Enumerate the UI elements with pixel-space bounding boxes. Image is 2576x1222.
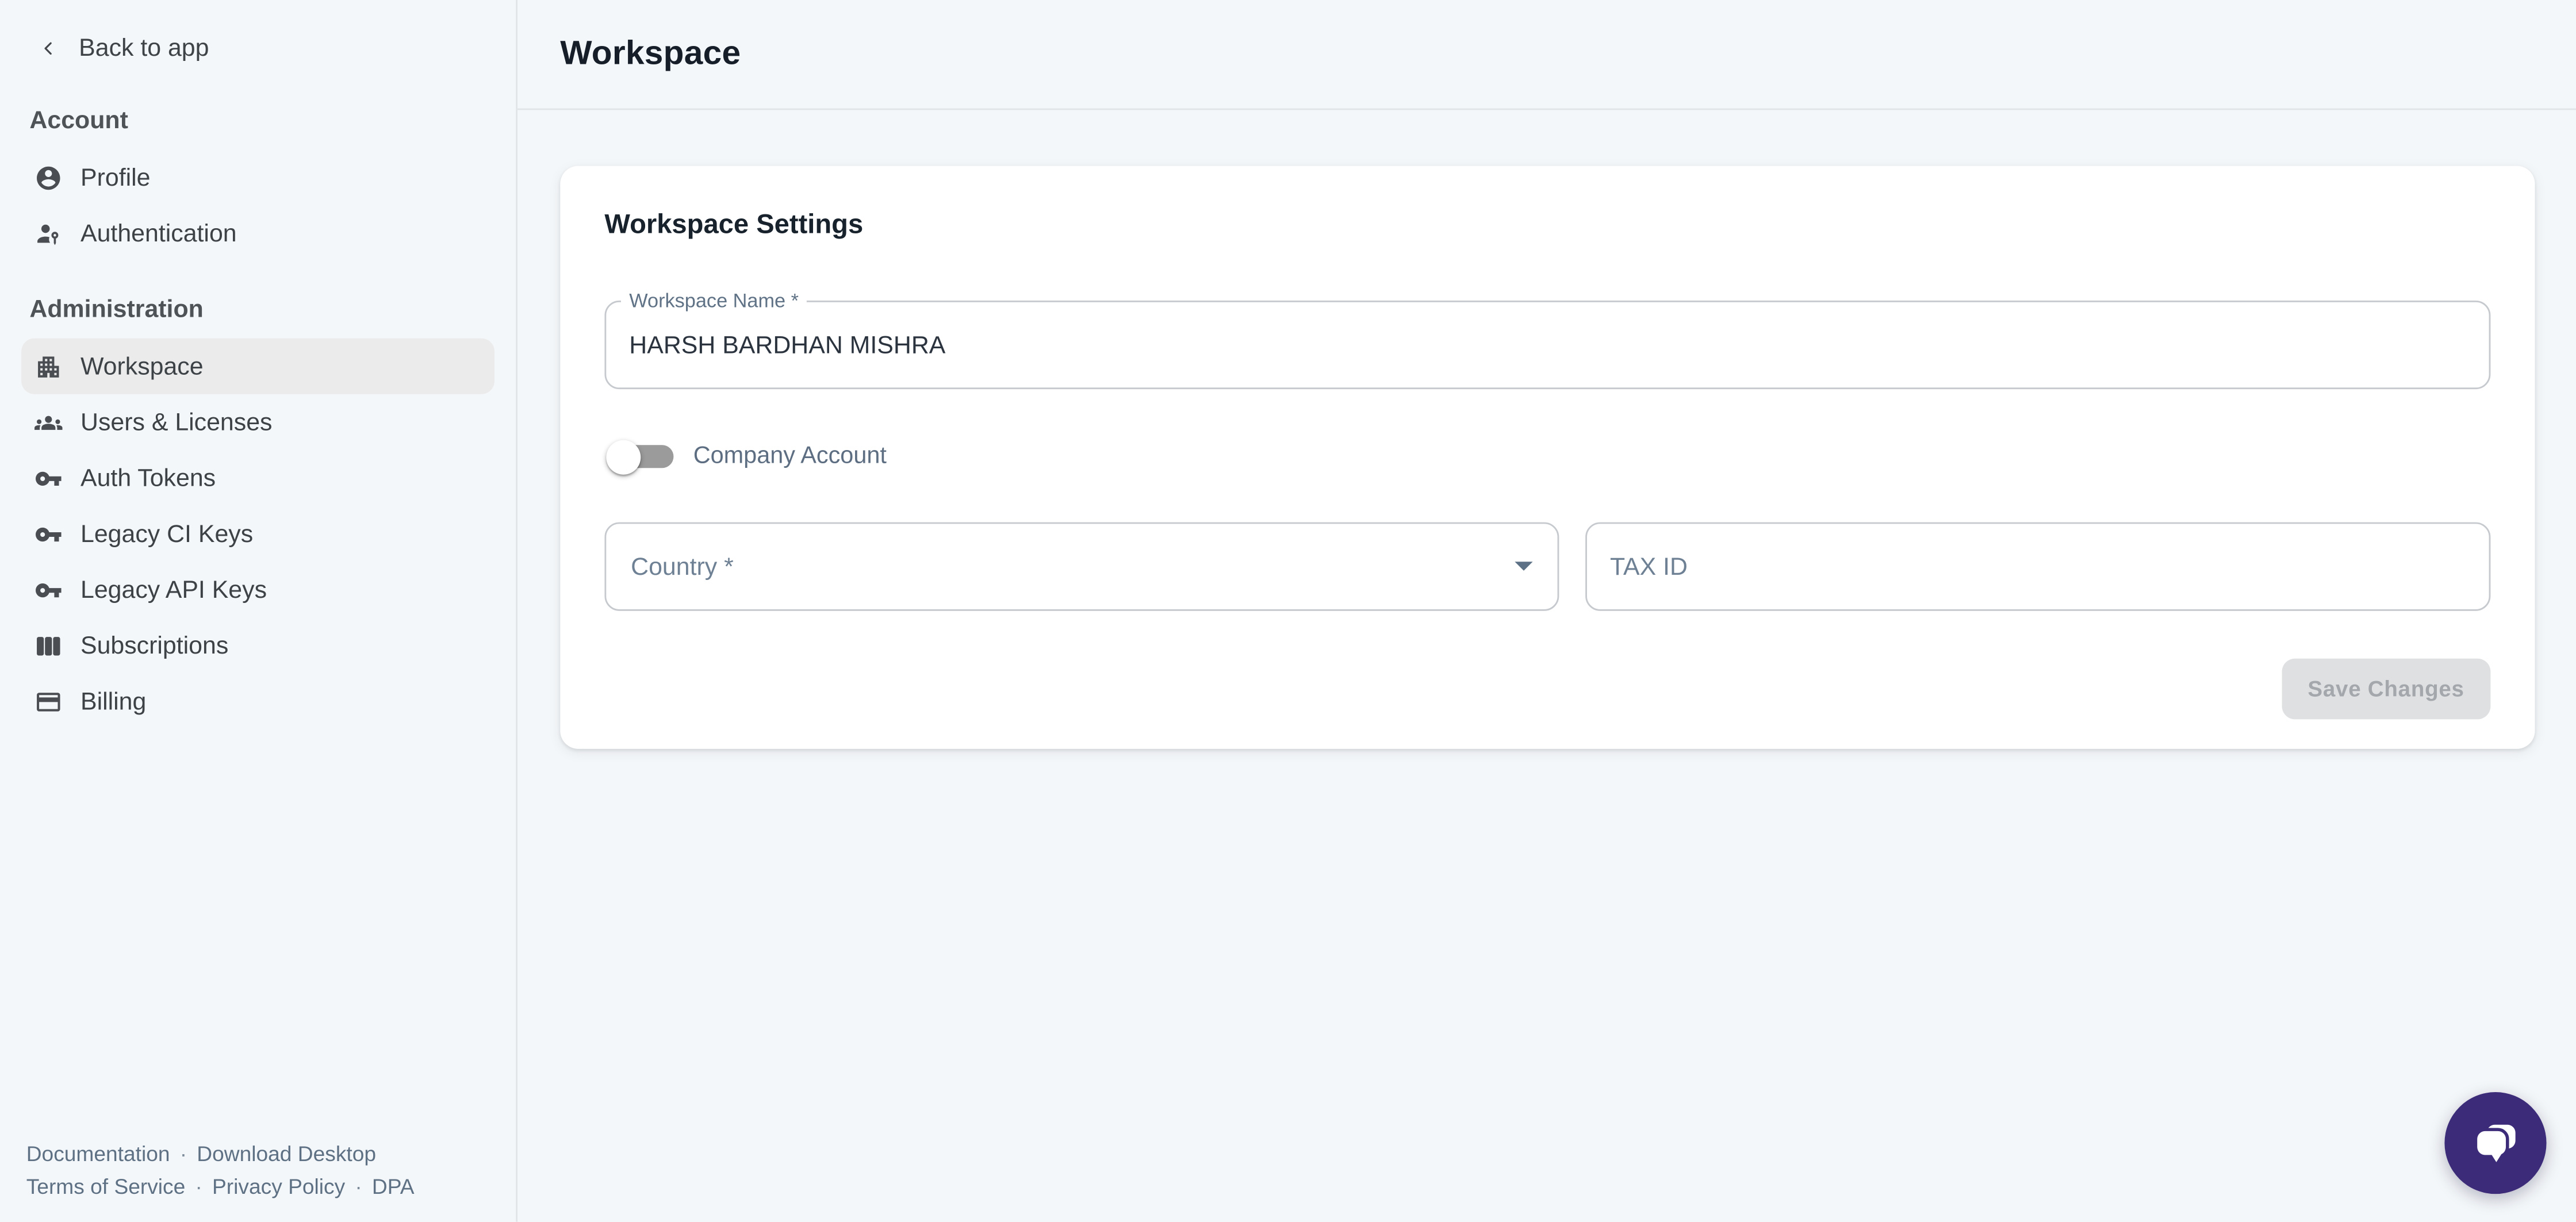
workspace-name-input[interactable]	[606, 302, 2489, 388]
country-select-label: Country *	[631, 552, 734, 581]
workspace-settings-page: Back to app Account Profile Authenticati…	[0, 0, 2576, 1222]
country-select[interactable]: Country *	[604, 522, 1559, 611]
back-to-app-label: Back to app	[79, 34, 209, 63]
main-area: Workspace Workspace Settings Workspace N…	[518, 0, 2576, 1222]
workspace-name-field: Workspace Name *	[604, 301, 2490, 389]
company-account-row: Company Account	[606, 439, 2490, 475]
footer-separator: ·	[355, 1173, 362, 1198]
chat-bubbles-icon	[2470, 1117, 2521, 1169]
download-desktop-link[interactable]: Download Desktop	[197, 1142, 376, 1166]
card-actions: Save Changes	[604, 659, 2490, 720]
back-to-app-button[interactable]: Back to app	[40, 34, 490, 63]
profile-icon	[34, 163, 63, 191]
section-title-administration: Administration	[29, 295, 516, 324]
page-header: Workspace	[518, 0, 2576, 110]
authentication-icon	[34, 219, 63, 247]
workspace-settings-card: Workspace Settings Workspace Name * Comp…	[560, 166, 2535, 749]
sidebar-item-label: Workspace	[80, 352, 204, 381]
country-tax-row: Country *	[604, 522, 2490, 611]
key-icon	[34, 464, 63, 492]
sidebar-item-label: Billing	[80, 687, 146, 716]
sidebar-item-label: Authentication	[80, 219, 237, 247]
documentation-link[interactable]: Documentation	[26, 1142, 170, 1166]
users-icon	[34, 408, 63, 436]
sidebar-item-label: Subscriptions	[80, 632, 228, 660]
footer-row-2: Terms of Service · Privacy Policy · DPA	[26, 1170, 415, 1202]
content-area: Workspace Settings Workspace Name * Comp…	[518, 110, 2576, 748]
sidebar-item-legacy-api-keys[interactable]: Legacy API Keys	[21, 562, 494, 617]
privacy-policy-link[interactable]: Privacy Policy	[212, 1173, 345, 1198]
sidebar-item-workspace[interactable]: Workspace	[21, 339, 494, 394]
sidebar-item-label: Legacy CI Keys	[80, 520, 253, 548]
page-title: Workspace	[560, 34, 741, 74]
company-account-label: Company Account	[693, 443, 887, 470]
sidebar-item-billing[interactable]: Billing	[21, 673, 494, 729]
dpa-link[interactable]: DPA	[372, 1173, 415, 1198]
sidebar-item-label: Legacy API Keys	[80, 575, 267, 604]
sidebar-item-profile[interactable]: Profile	[21, 149, 494, 205]
chevron-left-icon	[40, 36, 57, 61]
workspace-building-icon	[34, 352, 63, 381]
sidebar-item-subscriptions[interactable]: Subscriptions	[21, 617, 494, 673]
sidebar-footer: Documentation · Download Desktop Terms of …	[26, 1138, 415, 1202]
save-changes-button[interactable]: Save Changes	[2282, 659, 2491, 720]
sidebar: Back to app Account Profile Authenticati…	[0, 0, 518, 1222]
footer-separator: ·	[195, 1173, 202, 1198]
sidebar-item-users-licenses[interactable]: Users & Licenses	[21, 394, 494, 450]
terms-of-service-link[interactable]: Terms of Service	[26, 1173, 186, 1198]
sidebar-item-auth-tokens[interactable]: Auth Tokens	[21, 450, 494, 506]
billing-card-icon	[34, 687, 63, 716]
key-icon	[34, 575, 63, 604]
toggle-thumb	[606, 439, 641, 474]
sidebar-item-label: Users & Licenses	[80, 408, 272, 436]
subscriptions-icon	[34, 632, 63, 660]
sidebar-item-label: Profile	[80, 163, 151, 191]
company-account-toggle[interactable]	[606, 439, 673, 474]
sidebar-item-authentication[interactable]: Authentication	[21, 205, 494, 261]
tax-id-input[interactable]	[1587, 524, 2489, 609]
section-title-account: Account	[29, 107, 516, 135]
card-title: Workspace Settings	[604, 210, 2490, 241]
sidebar-item-legacy-ci-keys[interactable]: Legacy CI Keys	[21, 506, 494, 562]
workspace-name-label: Workspace Name *	[621, 291, 807, 312]
key-icon	[34, 520, 63, 548]
caret-down-icon	[1515, 562, 1532, 571]
footer-row-1: Documentation · Download Desktop	[26, 1138, 415, 1170]
footer-separator: ·	[180, 1142, 187, 1166]
sidebar-item-label: Auth Tokens	[80, 464, 216, 492]
chat-launcher-button[interactable]	[2444, 1092, 2546, 1194]
tax-id-field	[1585, 522, 2490, 611]
